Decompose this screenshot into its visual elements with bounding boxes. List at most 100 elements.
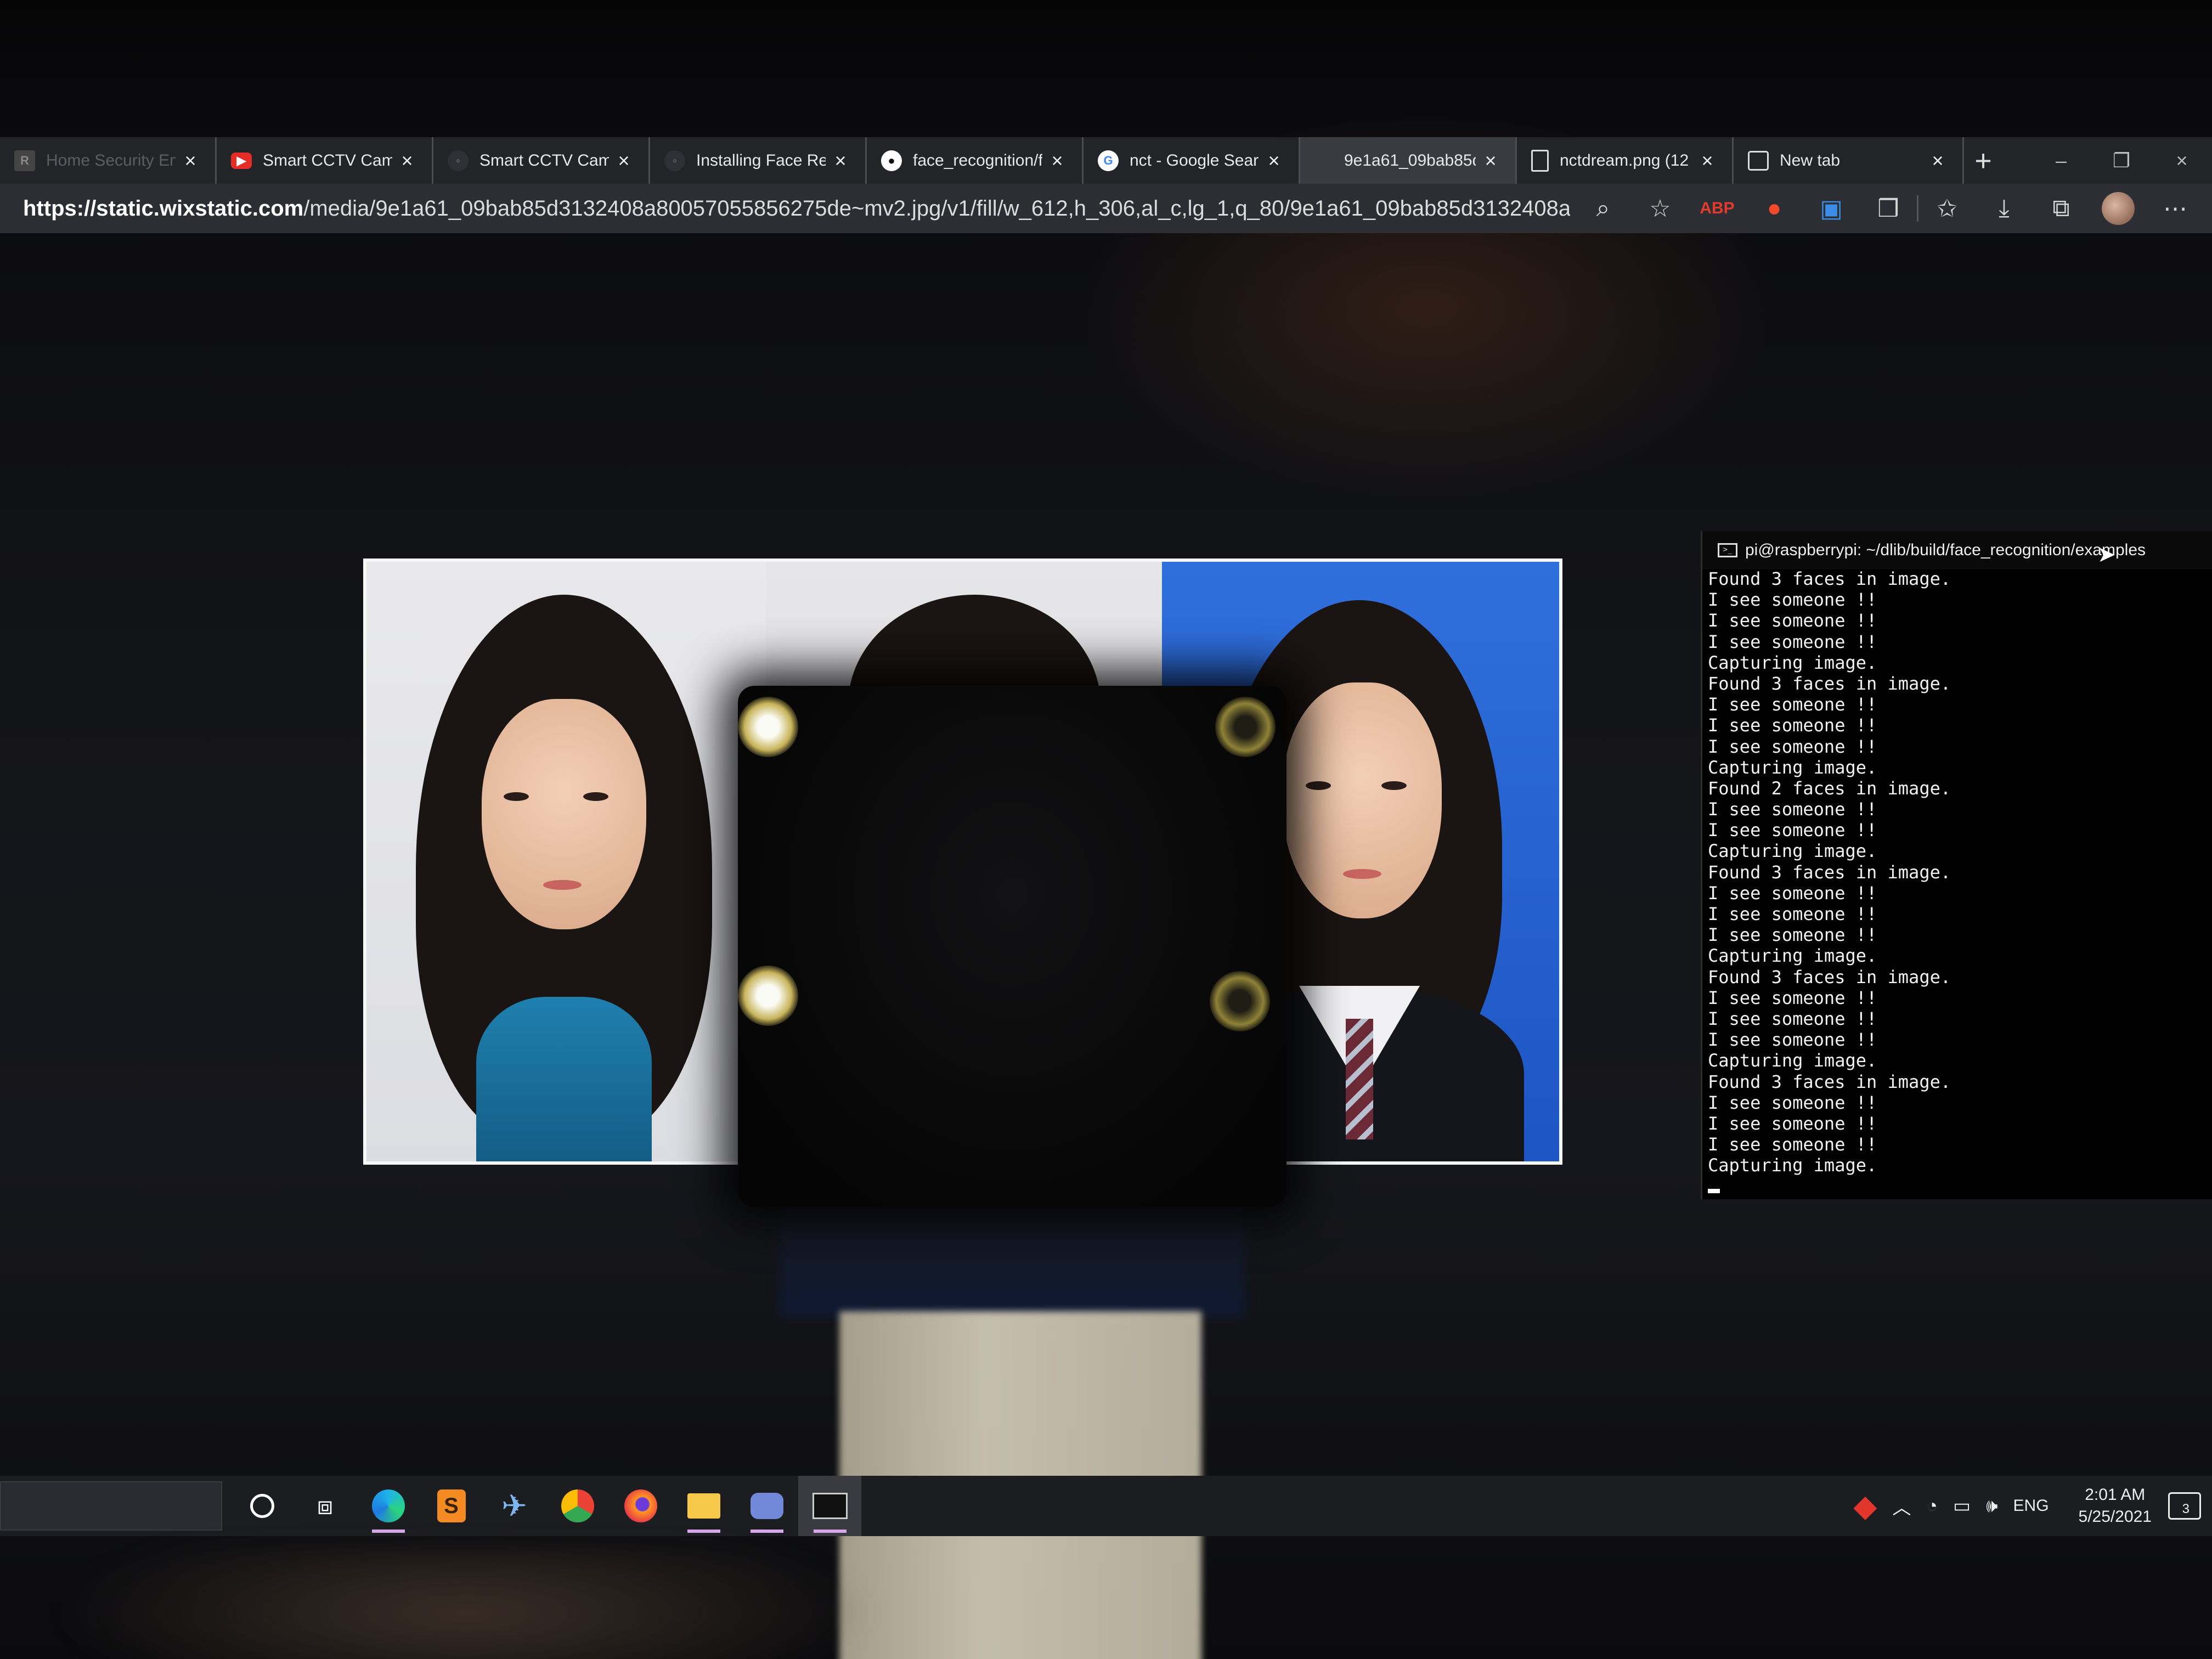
mouse-cursor-icon: ➤ — [2097, 543, 2116, 567]
sublime-icon[interactable]: S — [420, 1476, 483, 1536]
mounting-hole — [738, 966, 798, 1026]
close-icon[interactable]: × — [1698, 149, 1717, 172]
extension-puzzle-icon[interactable]: ❒ — [1860, 195, 1917, 223]
camera-ribbon-shadow — [779, 1190, 1245, 1317]
tab-face-recognition-github[interactable]: ● face_recognition/f × — [867, 137, 1084, 184]
task-view-icon[interactable]: ⧈ — [294, 1476, 357, 1536]
file-explorer-icon[interactable] — [672, 1476, 735, 1536]
terminal-line: I see someone !! — [1708, 589, 1877, 611]
url-field[interactable]: https://static.wixstatic.com/media/9e1a6… — [23, 190, 1570, 227]
camera-module-board — [738, 686, 1286, 1207]
taskbar-apps: ⧈ S ✈ — [230, 1476, 861, 1536]
tab-title: face_recognition/f — [913, 151, 1042, 170]
close-icon[interactable]: × — [831, 149, 850, 172]
close-icon[interactable]: × — [1048, 149, 1066, 172]
new-tab-button[interactable]: + — [1964, 137, 2002, 184]
address-bar: https://static.wixstatic.com/media/9e1a6… — [0, 184, 2212, 233]
tab-google-search[interactable]: G nct - Google Searc × — [1084, 137, 1300, 184]
terminal-line: Capturing image. — [1708, 1155, 1877, 1176]
close-window-button[interactable]: × — [2152, 149, 2212, 172]
tab-title: New tab — [1780, 151, 1841, 170]
page-icon: ◦ — [448, 150, 469, 171]
extension-screenshot-icon[interactable]: ▣ — [1803, 195, 1860, 223]
battery-icon[interactable]: ▭ — [1953, 1495, 1971, 1517]
tab-smart-cctv-youtube[interactable]: ▶ Smart CCTV Came × — [217, 137, 433, 184]
terminal-line: I see someone !! — [1708, 924, 1877, 946]
clock-time: 2:01 AM — [2085, 1486, 2146, 1504]
close-icon[interactable]: × — [1481, 149, 1500, 172]
taskbar: ⧈ S ✈ ◆ ︿ ◔ ▭ 🕪 ENG 2:01 AM 5/25/2021 3 — [0, 1476, 2212, 1536]
terminal-line: I see someone !! — [1708, 631, 1877, 652]
mounting-hole — [1210, 971, 1270, 1031]
browser-tab-strip: R Home Security Em × ▶ Smart CCTV Came ×… — [0, 137, 2212, 184]
close-icon[interactable]: × — [614, 149, 633, 172]
terminal-line: I see someone !! — [1708, 820, 1877, 841]
tab-installing-face-rec[interactable]: ◦ Installing Face Rec × — [650, 137, 867, 184]
terminal-line: I see someone !! — [1708, 799, 1877, 820]
add-favorite-icon[interactable]: ☆ — [1632, 195, 1689, 223]
tab-nctdream-png[interactable]: nctdream.png (12 × — [1517, 137, 1734, 184]
portrait-left — [366, 562, 766, 1161]
more-menu-icon[interactable]: ⋯ — [2147, 195, 2204, 223]
terminal-line: I see someone !! — [1708, 882, 1877, 904]
notification-center-icon[interactable]: 3 — [2168, 1492, 2201, 1520]
terminal-line: Found 3 faces in image. — [1708, 1071, 1951, 1092]
language-indicator[interactable]: ENG — [2013, 1497, 2049, 1515]
chrome-icon[interactable] — [546, 1476, 609, 1536]
terminal-line: Found 2 faces in image. — [1708, 777, 1951, 799]
terminal-line: Capturing image. — [1708, 1050, 1877, 1071]
minimize-button[interactable]: – — [2031, 149, 2091, 172]
tab-home-security[interactable]: R Home Security Em × — [0, 137, 217, 184]
url-host: https://static.wixstatic.com — [23, 196, 304, 221]
terminal-line: I see someone !! — [1708, 694, 1877, 715]
close-icon[interactable]: × — [181, 149, 200, 172]
adblock-plus-icon[interactable]: ABP — [1689, 199, 1746, 218]
terminal-icon[interactable] — [798, 1476, 861, 1536]
terminal-line: Found 3 faces in image. — [1708, 673, 1951, 694]
terminal-line: I see someone !! — [1708, 987, 1877, 1008]
zoom-icon[interactable]: ⌕ — [1575, 195, 1632, 222]
toolbar-icons: ⌕ ☆ ABP ● ▣ ❒ ✩ ⤓ ⧉ ⋯ — [1575, 184, 2204, 233]
ssh-terminal-window[interactable]: >_ pi@raspberrypi: ~/dlib/build/face_rec… — [1701, 531, 2212, 1199]
terminal-output: Found 3 faces in image. I see someone !! I… — [1708, 568, 2207, 1198]
terminal-line: Capturing image. — [1708, 945, 1877, 967]
notification-count: 3 — [2182, 1502, 2190, 1516]
tab-new-tab[interactable]: New tab × — [1734, 137, 1964, 184]
tab-image-active[interactable]: 9e1a61_09bab85d × — [1300, 137, 1517, 184]
google-icon: G — [1098, 150, 1119, 171]
newtab-icon — [1748, 150, 1769, 171]
window-controls: – ❐ × — [2031, 137, 2212, 184]
youtube-icon: ▶ — [231, 152, 252, 169]
cortana-icon[interactable] — [230, 1476, 294, 1536]
terminal-line: Capturing image. — [1708, 757, 1877, 778]
profile-avatar[interactable] — [2102, 192, 2135, 225]
tab-title: Smart CCTV Came — [263, 151, 392, 170]
clock[interactable]: 2:01 AM 5/25/2021 — [2079, 1484, 2152, 1528]
security-app-icon[interactable]: ◆ — [1853, 1488, 1877, 1524]
restore-button[interactable]: ❐ — [2091, 149, 2152, 172]
terminal-titlebar[interactable]: >_ pi@raspberrypi: ~/dlib/build/face_rec… — [1702, 531, 2212, 569]
firefox-icon[interactable] — [609, 1476, 672, 1536]
steam-icon[interactable]: ✈ — [483, 1476, 546, 1536]
document-icon — [1531, 149, 1549, 172]
taskbar-search-box[interactable] — [0, 1481, 222, 1531]
show-hidden-icons-chevron-icon[interactable]: ︿ — [1892, 1493, 1911, 1520]
page-icon: ◦ — [664, 150, 685, 171]
tab-title: Installing Face Rec — [696, 151, 826, 170]
terminal-line: Capturing image. — [1708, 840, 1877, 862]
tab-smart-cctv[interactable]: ◦ Smart CCTV Came × — [433, 137, 650, 184]
extension-flame-icon[interactable]: ● — [1746, 195, 1803, 222]
close-icon[interactable]: × — [1928, 149, 1947, 172]
terminal-line: I see someone !! — [1708, 1113, 1877, 1134]
edge-icon[interactable] — [357, 1476, 420, 1536]
favorites-icon[interactable]: ✩ — [1918, 195, 1976, 223]
volume-icon[interactable]: 🕪 — [1986, 1496, 1997, 1517]
discord-icon[interactable] — [735, 1476, 798, 1536]
close-icon[interactable]: × — [398, 149, 416, 172]
terminal-line: I see someone !! — [1708, 904, 1877, 924]
mounting-hole — [1215, 697, 1276, 757]
downloads-icon[interactable]: ⤓ — [1976, 195, 2033, 222]
network-icon[interactable]: ◔ — [1926, 1496, 1938, 1517]
collections-icon[interactable]: ⧉ — [2033, 195, 2090, 222]
close-icon[interactable]: × — [1265, 149, 1283, 172]
